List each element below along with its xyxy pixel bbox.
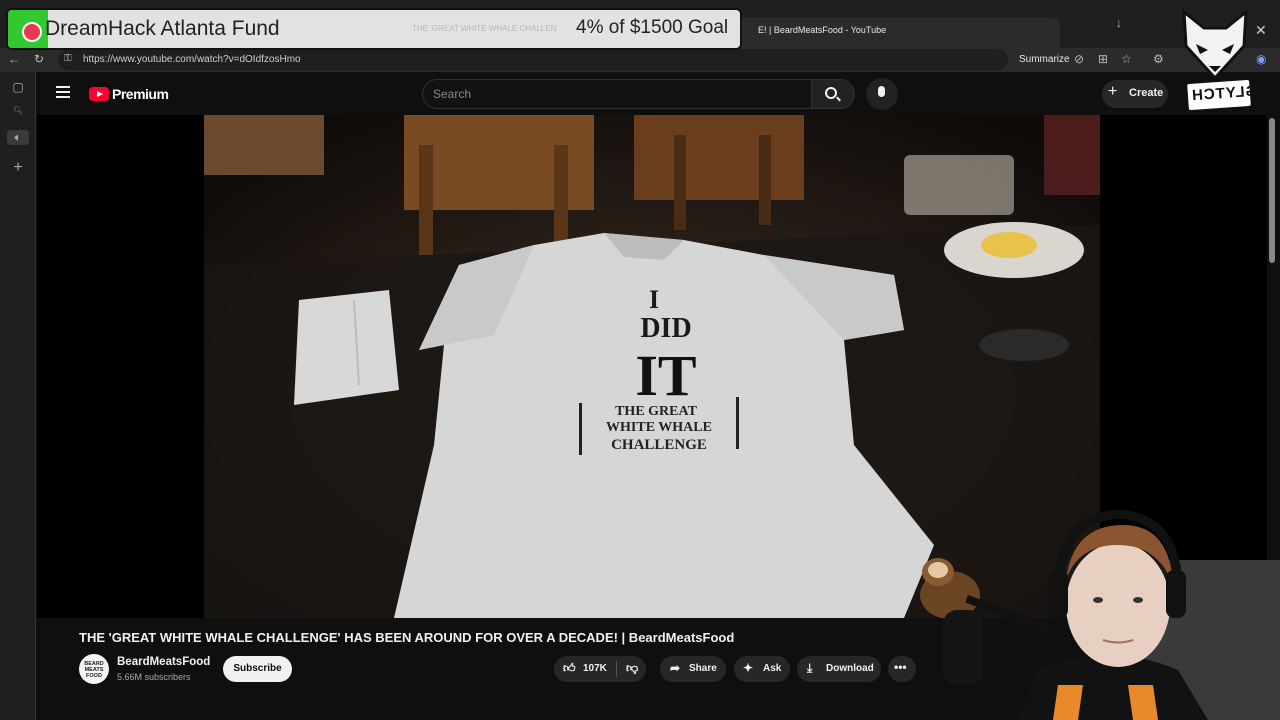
url-text[interactable]: https://www.youtube.com/watch?v=dOIdfzos… (83, 54, 301, 65)
hamburger-menu-icon[interactable] (56, 86, 70, 98)
shirt-text-i: I (649, 285, 659, 314)
search-placeholder: Search (433, 87, 472, 101)
install-app-icon[interactable]: ⊞ (1098, 52, 1108, 66)
like-divider (616, 661, 617, 677)
share-button[interactable]: ➦ Share (660, 656, 726, 682)
microphone-icon[interactable] (878, 86, 885, 97)
ai-assistant-icon[interactable]: ◉ (1256, 52, 1266, 66)
fund-title: DreamHack Atlanta Fund (45, 17, 280, 40)
create-label: Create (1129, 87, 1164, 99)
shirt-text-did: DID (640, 313, 691, 344)
summarize-button[interactable]: Summarize (1019, 54, 1070, 65)
ask-button[interactable]: ✦ Ask (734, 656, 790, 682)
channel-name[interactable]: BeardMeatsFood (117, 656, 210, 668)
add-icon[interactable]: + (10, 159, 26, 177)
subscribe-button[interactable]: Subscribe (223, 656, 292, 682)
heart-icon (22, 22, 42, 42)
search-side-icon[interactable]: 🔍︎ (10, 106, 26, 115)
video-title: THE 'GREAT WHITE WHALE CHALLENGE' HAS BE… (79, 630, 735, 645)
channel-avatar[interactable]: BEARD MEATS FOOD (79, 654, 109, 684)
fund-goal-text: 4% of $1500 Goal (576, 17, 729, 38)
shirt-text-it: IT (635, 343, 696, 408)
dislike-icon[interactable]: 👎︎ (626, 661, 638, 676)
search-icon[interactable] (825, 87, 837, 99)
cursor-icon: ↓ (1116, 16, 1122, 30)
scrollbar-thumb[interactable] (1269, 118, 1275, 263)
fox-logo (1178, 8, 1252, 82)
download-icon: ⤓ (807, 661, 813, 675)
download-button[interactable]: ⤓ Download (797, 656, 881, 682)
extension-icon[interactable]: ⚙ (1153, 52, 1164, 66)
window-close-button[interactable]: ✕ (1255, 22, 1267, 39)
youtube-logo-text[interactable]: Premium (112, 86, 169, 102)
audio-tab-icon[interactable]: 🔈︎ (7, 130, 29, 145)
subscriber-count: 5.66M subscribers (117, 672, 191, 682)
reload-icon[interactable]: ↻ (34, 52, 44, 66)
fund-ghost-text: THE 'GREAT WHITE WHALE CHALLEN (412, 24, 557, 33)
youtube-logo-icon[interactable] (89, 87, 109, 101)
tab-title: E! | BeardMeatsFood - YouTube (758, 25, 887, 35)
tabs-icon[interactable]: ▢ (10, 80, 26, 94)
streamer-webcam (908, 500, 1280, 720)
site-info-icon[interactable]: ⚿ (64, 53, 72, 64)
summarize-icon[interactable]: ⊘ (1074, 52, 1084, 66)
search-input[interactable] (422, 79, 812, 109)
ask-label: Ask (763, 663, 782, 674)
like-count[interactable]: 107K (583, 663, 607, 674)
like-dislike-group: 👍︎ 107K 👎︎ (554, 656, 646, 682)
bookmark-star-icon[interactable]: ☆ (1121, 52, 1132, 66)
share-label: Share (689, 663, 717, 674)
shirt-text-challenge: CHALLENGE (611, 437, 707, 453)
back-icon[interactable]: ← (8, 52, 20, 66)
download-label: Download (826, 663, 874, 674)
share-icon: ➦ (670, 661, 681, 675)
plus-icon: + (1108, 83, 1118, 100)
shirt-text-the-great: THE GREAT (615, 404, 697, 419)
sparkle-icon: ✦ (743, 661, 754, 675)
shirt-text-white-whale: WHITE WHALE (606, 420, 712, 435)
more-icon: ••• (894, 660, 907, 674)
like-icon[interactable]: 👍︎ (563, 661, 576, 676)
channel-avatar-text: BEARD MEATS FOOD (84, 661, 104, 679)
